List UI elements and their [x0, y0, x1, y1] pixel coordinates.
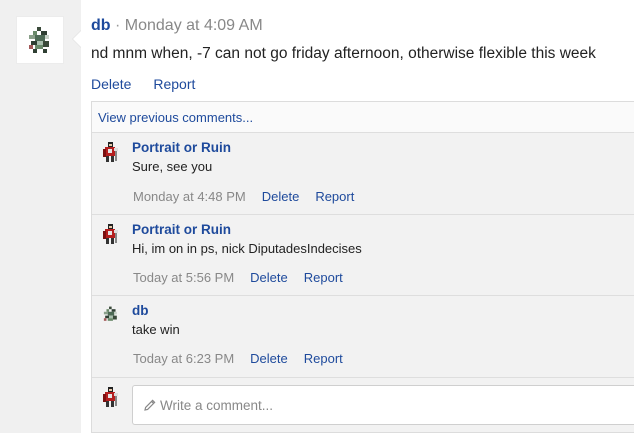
post-text: nd mnm when, -7 can not go friday aftern… [91, 45, 596, 62]
comment-meta: Today at 5:56 PM Delete Report [133, 270, 343, 285]
comment-report-link[interactable]: Report [304, 270, 343, 285]
comment-delete-link[interactable]: Delete [250, 270, 288, 285]
comment-composer[interactable] [132, 385, 634, 425]
comment-meta: Today at 6:23 PM Delete Report [133, 351, 343, 366]
knight-avatar-icon [103, 387, 118, 407]
comment-text: take win [132, 322, 180, 337]
post-card: db · Monday at 4:09 AM nd mnm when, -7 c… [0, 0, 634, 433]
comment-text: Sure, see you [132, 159, 213, 174]
post-report-link[interactable]: Report [153, 76, 195, 92]
post-timestamp[interactable]: Monday at 4:09 AM [125, 17, 263, 34]
comment-item: Portrait or Ruin Sure, see you Monday at… [92, 133, 634, 215]
comment-item: db take win Today at 6:23 PM Delete Report [92, 296, 634, 378]
composer-avatar [99, 385, 123, 409]
comment-timestamp[interactable]: Today at 5:56 PM [133, 270, 234, 285]
pixel-sprite-icon [29, 27, 49, 53]
post-author-avatar[interactable] [16, 16, 64, 64]
post-header: db · Monday at 4:09 AM [91, 17, 263, 35]
comment-author-link[interactable]: Portrait or Ruin [132, 140, 231, 155]
post-delete-link[interactable]: Delete [91, 76, 131, 92]
separator-dot: · [115, 17, 121, 34]
comment-item: Portrait or Ruin Hi, im on in ps, nick D… [92, 215, 634, 296]
comment-meta: Monday at 4:48 PM Delete Report [133, 189, 354, 204]
comment-author-avatar[interactable] [99, 222, 123, 246]
comment-text: Hi, im on in ps, nick DiputadesIndecises [132, 241, 362, 256]
comment-author-avatar[interactable] [99, 140, 123, 164]
comment-timestamp[interactable]: Today at 6:23 PM [133, 351, 234, 366]
pencil-icon [144, 399, 156, 411]
post-actions: Delete Report [91, 76, 213, 92]
comment-delete-link[interactable]: Delete [250, 351, 288, 366]
comment-report-link[interactable]: Report [304, 351, 343, 366]
post-author-link[interactable]: db [91, 17, 111, 34]
comment-delete-link[interactable]: Delete [262, 189, 300, 204]
comment-report-link[interactable]: Report [315, 189, 354, 204]
comment-input[interactable] [160, 394, 620, 416]
comment-author-avatar[interactable] [99, 303, 123, 327]
comment-timestamp[interactable]: Monday at 4:48 PM [133, 189, 246, 204]
pixel-sprite-icon [103, 306, 117, 321]
knight-avatar-icon [103, 142, 118, 162]
view-previous-comments-link[interactable]: View previous comments... [92, 102, 634, 133]
comment-author-link[interactable]: Portrait or Ruin [132, 222, 231, 237]
comments-panel: View previous comments... Portrait or Ru… [91, 101, 634, 433]
comment-author-link[interactable]: db [132, 303, 149, 318]
knight-avatar-icon [103, 224, 118, 244]
